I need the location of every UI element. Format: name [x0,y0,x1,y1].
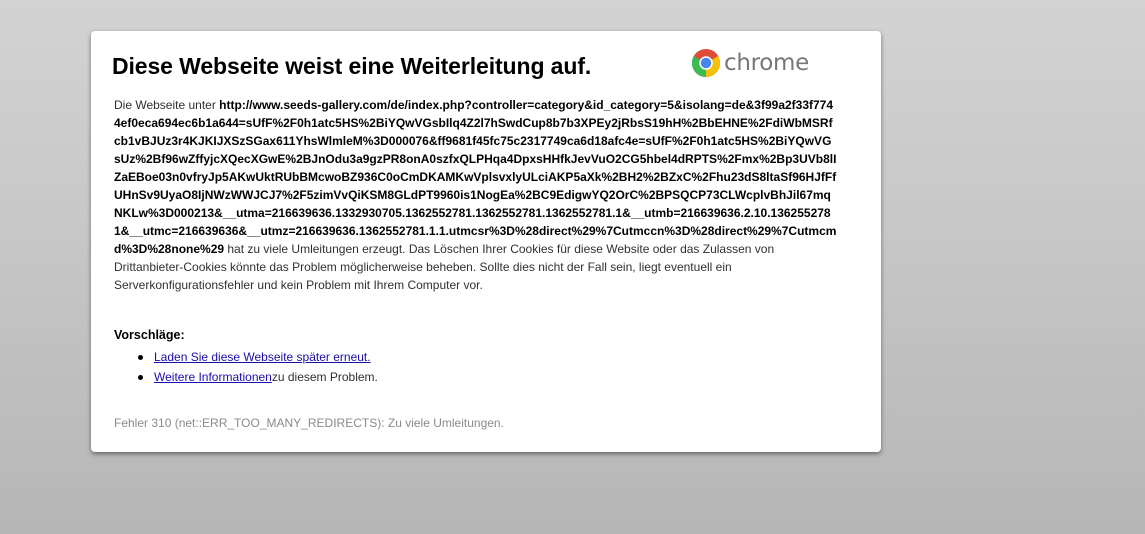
error-dialog: chrome Diese Webseite weist eine Weiterl… [91,31,881,452]
error-description: Die Webseite unter http://www.seeds-gall… [114,96,837,294]
list-item: Weitere Informationen zu diesem Problem. [114,367,378,387]
more-info-link[interactable]: Weitere Informationen [154,367,272,387]
chrome-icon [691,48,721,78]
chrome-logo: chrome [691,47,809,79]
suggestions-heading: Vorschläge: [114,328,185,342]
page-title: Diese Webseite weist eine Weiterleitung … [112,53,592,79]
list-item: Laden Sie diese Webseite später erneut. [114,347,378,367]
chrome-wordmark: chrome [724,50,810,76]
more-info-suffix: zu diesem Problem. [271,370,378,384]
error-code: Fehler 310 (net::ERR_TOO_MANY_REDIRECTS)… [114,416,504,430]
bullet-icon [138,374,143,380]
suggestions-list: Laden Sie diese Webseite später erneut. … [114,347,378,387]
redirect-url: http://www.seeds-gallery.com/de/index.ph… [114,98,837,256]
bullet-icon [138,354,143,360]
reload-later-link[interactable]: Laden Sie diese Webseite später erneut. [154,347,371,367]
description-prefix: Die Webseite unter [114,98,220,112]
